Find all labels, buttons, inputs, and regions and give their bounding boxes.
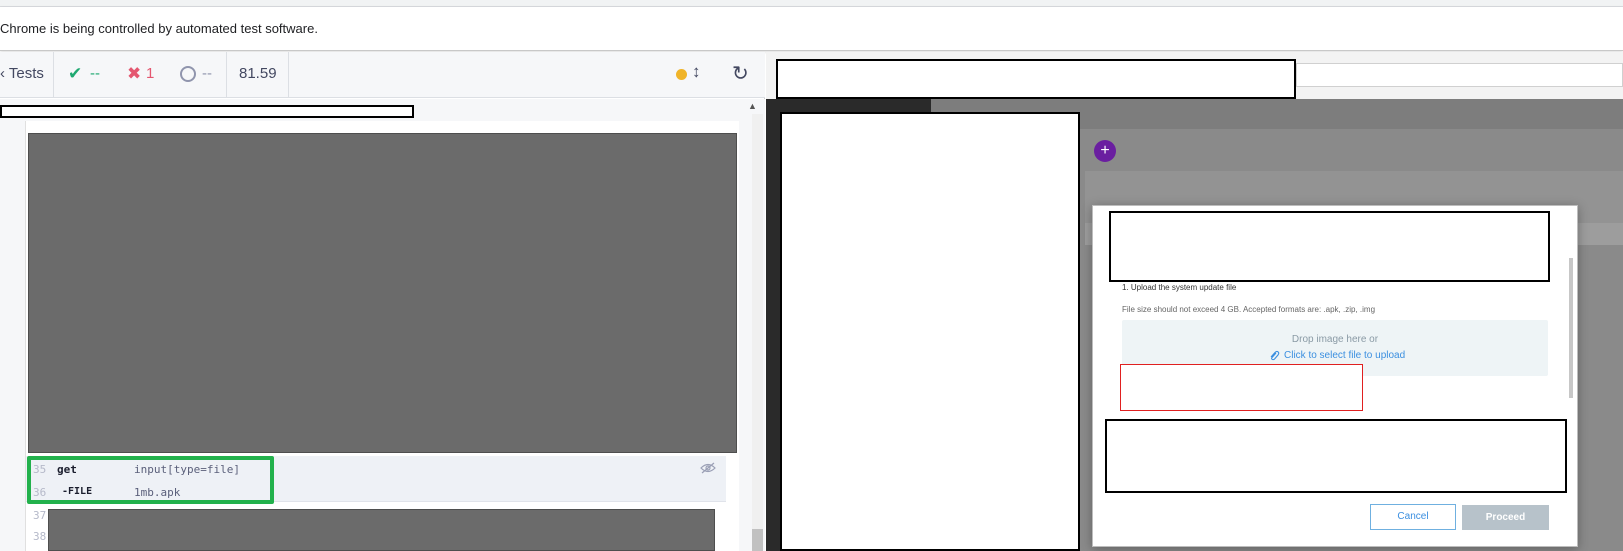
- chevron-left-icon: ‹: [0, 65, 5, 82]
- cancel-button[interactable]: Cancel: [1370, 504, 1456, 530]
- duration: 81.59: [239, 65, 277, 82]
- browser-tab-strip: [0, 0, 1623, 7]
- modal-scrollbar[interactable]: [1569, 258, 1573, 398]
- scrollbar-thumb[interactable]: [752, 529, 763, 551]
- proceed-button[interactable]: Proceed: [1462, 505, 1549, 530]
- eye-off-icon[interactable]: [700, 461, 716, 479]
- header-divider: [226, 52, 227, 98]
- error-highlight-box: [1120, 364, 1363, 411]
- line-number: 38: [33, 530, 47, 543]
- header-divider: [53, 52, 54, 98]
- tests-label: Tests: [8, 65, 44, 82]
- line-number: 37: [33, 509, 47, 522]
- url-bar[interactable]: [1296, 63, 1623, 87]
- redacted-panel: [780, 112, 1080, 551]
- plus-icon[interactable]: +: [1094, 140, 1116, 162]
- reporter-header: ‹ Tests ✔ -- ✖ 1 -- 81.59 ↕ ↻: [0, 52, 765, 98]
- step-label: 1. Upload the system update file: [1122, 283, 1237, 292]
- snapshot-image: [48, 509, 715, 551]
- highlight-box: [27, 456, 274, 504]
- passed-count: --: [90, 65, 100, 82]
- redacted-modal-title: [1109, 211, 1550, 282]
- pending-count: --: [202, 65, 212, 82]
- redacted-spec-title: [0, 105, 414, 118]
- reload-icon[interactable]: ↻: [732, 61, 749, 86]
- x-icon: ✖: [127, 64, 142, 83]
- tests-button[interactable]: ‹ Tests: [0, 65, 44, 82]
- failed-count: 1: [146, 65, 155, 82]
- automation-infobar-text: Chrome is being controlled by automated …: [0, 21, 318, 36]
- select-file-link[interactable]: Click to select file to upload: [1284, 350, 1405, 361]
- check-icon: ✔: [68, 64, 83, 83]
- drop-text: Drop image here or: [1291, 334, 1379, 345]
- scrollbar-track[interactable]: [752, 114, 763, 544]
- redacted-modal-content: [1105, 419, 1567, 493]
- status-dot-icon: [676, 69, 687, 80]
- pending-circle-icon: [180, 66, 196, 82]
- snapshot-image: [28, 133, 737, 453]
- scroll-up-arrow[interactable]: ▲: [748, 101, 757, 111]
- header-divider: [288, 52, 289, 98]
- resize-arrows-icon[interactable]: ↕: [692, 62, 701, 82]
- redacted-url: [776, 59, 1296, 99]
- size-note: File size should not exceed 4 GB. Accept…: [1122, 305, 1376, 314]
